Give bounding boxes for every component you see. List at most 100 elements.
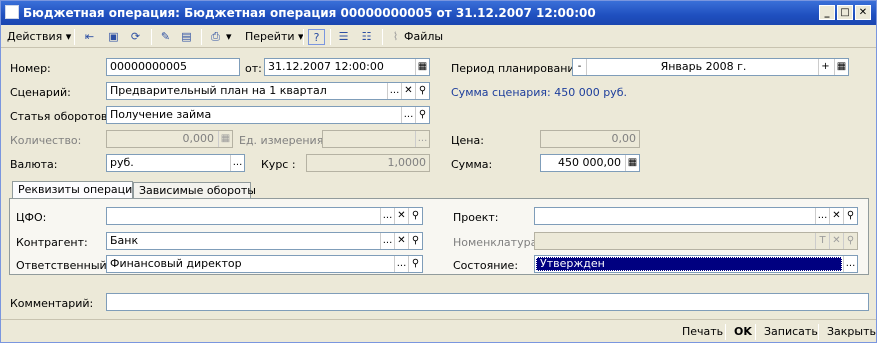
ok-button[interactable]: OK [734, 325, 752, 338]
clear-icon[interactable]: ✕ [401, 83, 415, 99]
article-field[interactable]: Получение займа ... ⚲ [106, 106, 430, 124]
select-button[interactable]: ... [815, 208, 829, 224]
unpost-document-icon[interactable]: ▤ [178, 29, 195, 45]
select-button[interactable]: ... [394, 256, 408, 272]
comment-field[interactable] [106, 293, 869, 311]
select-button[interactable]: ... [380, 208, 394, 224]
rate-field[interactable]: 1,0000 [306, 154, 430, 172]
date-field[interactable]: 31.12.2007 12:00:00 ▦ [264, 58, 430, 76]
scenario-sum-text: Сумма сценария: 450 000 руб. [451, 86, 627, 99]
clear-icon[interactable]: ✕ [394, 208, 408, 224]
copy-icon[interactable]: ▣ [105, 29, 122, 45]
tab-operation-details[interactable]: Реквизиты операции [12, 181, 139, 199]
period-prev-button[interactable]: - [573, 59, 587, 75]
open-icon[interactable]: ⚲ [415, 83, 429, 99]
select-button[interactable]: ... [380, 233, 394, 249]
project-field[interactable]: ... ✕ ⚲ [534, 207, 858, 225]
calculator-icon[interactable]: ▦ [218, 131, 232, 147]
close-window-button[interactable]: ✕ [855, 5, 871, 20]
unit-field[interactable]: ... [322, 130, 430, 148]
nomenclature-label: Номенклатура: [453, 236, 542, 249]
open-icon[interactable]: ⚲ [408, 256, 422, 272]
sum-field[interactable]: 450 000,00 ▦ [540, 154, 640, 172]
open-icon[interactable]: ⚲ [843, 233, 857, 249]
responsible-value: Финансовый директор [110, 257, 242, 270]
responsible-field[interactable]: Финансовый директор ... ⚲ [106, 255, 423, 273]
sum-value: 450 000,00 [558, 156, 621, 169]
article-value: Получение займа [110, 108, 212, 121]
open-icon[interactable]: ⚲ [415, 107, 429, 123]
tab-panel: ЦФО: ... ✕ ⚲ Проект: ... ✕ ⚲ Контрагент:… [9, 198, 869, 275]
calendar-icon[interactable]: ▦ [415, 59, 429, 75]
print-icon[interactable]: ⎙ [207, 29, 224, 45]
period-field[interactable]: - Январь 2008 г. + ▦ [572, 58, 849, 76]
qty-field[interactable]: 0,000 ▦ [106, 130, 233, 148]
currency-label: Валюта: [10, 158, 58, 171]
select-button[interactable]: ... [415, 131, 429, 147]
number-label: Номер: [10, 62, 51, 75]
responsible-label: Ответственный: [16, 259, 111, 272]
close-button[interactable]: Закрыть [827, 325, 876, 338]
sum-label: Сумма: [451, 158, 493, 171]
print-button[interactable]: Печать [682, 325, 723, 338]
unit-label: Ед. измерения: [239, 134, 328, 147]
select-button[interactable]: ... [230, 155, 244, 171]
state-field[interactable]: Утвержден ... [534, 255, 858, 273]
text-icon[interactable]: T [815, 233, 829, 249]
save-button[interactable]: Записать [764, 325, 818, 338]
bottom-bar: Печать OK Записать Закрыть [1, 319, 876, 343]
state-value: Утвержден [536, 257, 842, 271]
print-dropdown-icon[interactable]: ▾ [226, 28, 232, 46]
qty-label: Количество: [10, 134, 82, 147]
clear-icon[interactable]: ✕ [394, 233, 408, 249]
files-button[interactable]: Файлы [404, 28, 443, 46]
refresh-icon[interactable]: ⟳ [127, 29, 144, 45]
arrow-left-icon[interactable]: ⇤ [81, 29, 98, 45]
cfo-field[interactable]: ... ✕ ⚲ [106, 207, 423, 225]
open-icon[interactable]: ⚲ [408, 208, 422, 224]
actions-menu[interactable]: Действия ▾ [7, 28, 71, 46]
select-button[interactable]: ... [401, 107, 415, 123]
date-label: от: [245, 62, 262, 75]
minimize-button[interactable]: _ [819, 5, 835, 20]
cfo-label: ЦФО: [16, 211, 47, 224]
scenario-label: Сценарий: [10, 86, 71, 99]
contractor-field[interactable]: Банк ... ✕ ⚲ [106, 232, 423, 250]
structure-icon[interactable]: ☷ [358, 29, 375, 45]
clear-icon[interactable]: ✕ [829, 208, 843, 224]
window: Бюджетная операция: Бюджетная операция 0… [0, 0, 877, 343]
select-button[interactable]: ... [843, 256, 857, 272]
clear-icon[interactable]: ✕ [829, 233, 843, 249]
project-label: Проект: [453, 211, 499, 224]
post-document-icon[interactable]: ✎ [157, 29, 174, 45]
qty-value: 0,000 [182, 132, 215, 145]
goto-menu[interactable]: Перейти ▾ [245, 28, 304, 46]
comment-label: Комментарий: [10, 297, 94, 310]
article-label: Статья оборотов: [10, 110, 112, 123]
nomenclature-field[interactable]: T ✕ ⚲ [534, 232, 858, 250]
maximize-button[interactable]: □ [837, 5, 853, 20]
calculator-icon[interactable]: ▦ [625, 155, 639, 171]
currency-field[interactable]: руб. ... [106, 154, 245, 172]
contractor-value: Банк [110, 234, 139, 247]
tab-dependent-turnovers[interactable]: Зависимые обороты [133, 182, 256, 199]
paperclip-icon: ⌇ [392, 30, 399, 43]
scenario-value: Предварительный план на 1 квартал [110, 84, 327, 97]
scenario-field[interactable]: Предварительный план на 1 квартал ... ✕ … [106, 82, 430, 100]
help-icon[interactable]: ? [308, 29, 325, 45]
period-label: Период планирования: [451, 62, 585, 75]
state-label: Состояние: [453, 259, 519, 272]
number-field[interactable]: 00000000005 [106, 58, 240, 76]
calendar-icon[interactable]: ▦ [834, 59, 848, 75]
window-title: Бюджетная операция: Бюджетная операция 0… [23, 6, 596, 20]
period-value: Январь 2008 г. [660, 60, 747, 73]
period-next-button[interactable]: + [818, 59, 832, 75]
price-field[interactable]: 0,00 [540, 130, 640, 148]
select-button[interactable]: ... [387, 83, 401, 99]
date-value: 31.12.2007 12:00:00 [268, 60, 384, 73]
list-icon[interactable]: ☰ [335, 29, 352, 45]
rate-label: Курс : [261, 158, 296, 171]
title-bar: Бюджетная операция: Бюджетная операция 0… [1, 1, 876, 25]
open-icon[interactable]: ⚲ [408, 233, 422, 249]
open-icon[interactable]: ⚲ [843, 208, 857, 224]
